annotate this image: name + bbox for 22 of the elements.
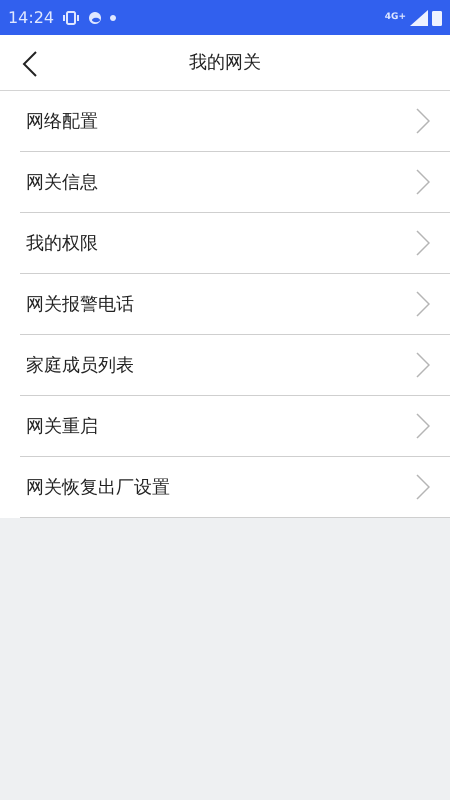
- page-title: 我的网关: [189, 51, 261, 75]
- menu-item[interactable]: 网关重启: [20, 396, 450, 457]
- menu-item[interactable]: 我的权限: [20, 213, 450, 274]
- chevron-icon: [416, 169, 430, 195]
- dot-icon: [110, 14, 116, 20]
- chevron-icon: [416, 108, 430, 134]
- chevron-icon: [416, 230, 430, 256]
- menu-item[interactable]: 家庭成员列表: [20, 335, 450, 396]
- network-type: 4G+: [384, 13, 406, 22]
- signal-icon: [410, 10, 428, 26]
- weather-icon: [88, 10, 102, 24]
- menu-item[interactable]: 网络配置: [20, 91, 450, 152]
- vibrate-icon: [62, 10, 80, 24]
- menu-item[interactable]: 网关信息: [20, 152, 450, 213]
- menu-item[interactable]: 网关恢复出厂设置: [20, 457, 450, 518]
- status-time: 14:24: [8, 6, 54, 28]
- chevron-icon: [416, 291, 430, 317]
- chevron-icon: [416, 474, 430, 500]
- menu-item[interactable]: 网关报警电话: [20, 274, 450, 335]
- chevron-icon: [416, 413, 430, 439]
- battery-icon: [432, 10, 442, 26]
- chevron-icon: [416, 352, 430, 378]
